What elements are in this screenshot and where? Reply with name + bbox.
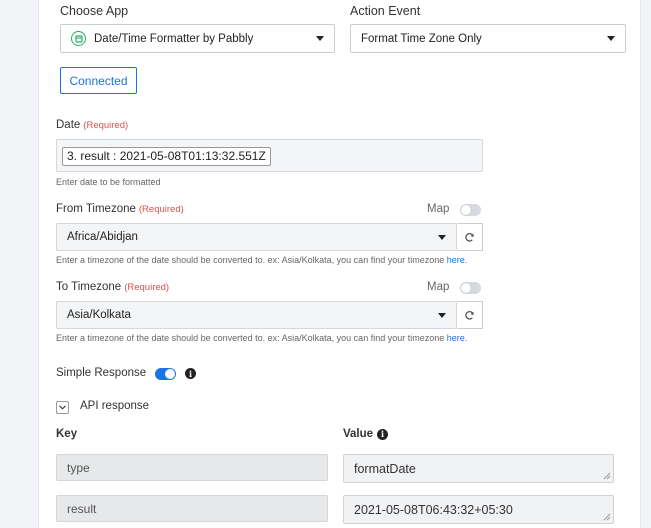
date-token[interactable]: 3. result : 2021-05-08T01:13:32.551Z — [62, 147, 271, 166]
api-value-field[interactable]: formatDate — [343, 454, 614, 483]
toggle-knob — [461, 205, 471, 215]
from-map-toggle[interactable] — [460, 204, 481, 216]
api-response-collapse-toggle[interactable] — [56, 401, 69, 414]
action-event-label: Action Event — [350, 4, 421, 18]
choose-app-value: Date/Time Formatter by Pabbly — [94, 32, 254, 45]
simple-response-label: Simple Response — [56, 367, 147, 379]
api-value-text: formatDate — [354, 461, 416, 476]
action-event-value: Format Time Zone Only — [361, 32, 482, 45]
chevron-down-icon — [438, 313, 446, 318]
from-timezone-value: Africa/Abidjan — [67, 231, 138, 243]
to-timezone-required: (Required) — [124, 282, 170, 293]
api-value-text: 2021-05-08T06:43:32+05:30 — [354, 502, 513, 517]
api-value-field[interactable]: 2021-05-08T06:43:32+05:30 — [343, 495, 614, 524]
to-timezone-select[interactable]: Asia/Kolkata — [56, 301, 457, 329]
info-icon: i — [377, 428, 389, 440]
to-map-label: Map — [427, 281, 450, 293]
from-refresh-button[interactable] — [457, 223, 483, 251]
simple-response-toggle[interactable] — [155, 368, 176, 380]
chevron-down-icon — [438, 235, 446, 240]
from-timezone-select[interactable]: Africa/Abidjan — [56, 223, 457, 251]
date-label: Date (Required) — [56, 119, 129, 131]
from-timezone-required: (Required) — [138, 204, 184, 215]
key-header: Key — [56, 428, 78, 440]
action-event-select[interactable]: Format Time Zone Only — [350, 24, 626, 53]
from-timezone-link[interactable]: here. — [447, 255, 468, 265]
date-input[interactable]: 3. result : 2021-05-08T01:13:32.551Z — [56, 139, 483, 172]
form-panel: Choose App Date/Time Formatter by Pabbly… — [38, 0, 641, 528]
connected-button[interactable]: Connected — [60, 67, 137, 94]
value-header: Value i — [343, 428, 389, 440]
choose-app-select[interactable]: Date/Time Formatter by Pabbly — [60, 24, 335, 53]
chevron-down-icon — [316, 36, 324, 41]
choose-app-label: Choose App — [60, 4, 129, 18]
from-timezone-help: Enter a timezone of the date should be c… — [56, 255, 468, 265]
resize-handle-icon[interactable] — [603, 472, 611, 480]
api-key-field: type — [56, 454, 328, 481]
refresh-icon — [465, 310, 474, 320]
chevron-down-icon — [607, 36, 615, 41]
toggle-knob — [461, 283, 471, 293]
from-timezone-label: From Timezone (Required) — [56, 203, 184, 215]
resize-handle-icon[interactable] — [603, 513, 611, 521]
from-map-label: Map — [427, 203, 450, 215]
to-timezone-link[interactable]: here. — [447, 333, 468, 343]
date-required: (Required) — [83, 120, 129, 131]
to-timezone-label: To Timezone (Required) — [56, 281, 170, 293]
toggle-knob — [165, 369, 175, 379]
pabbly-app-icon — [71, 31, 86, 46]
api-key-field: result — [56, 495, 328, 522]
to-timezone-help: Enter a timezone of the date should be c… — [56, 333, 468, 343]
info-icon: i — [185, 368, 196, 379]
to-timezone-value: Asia/Kolkata — [67, 309, 131, 321]
to-refresh-button[interactable] — [457, 301, 483, 329]
date-help: Enter date to be formatted — [56, 177, 161, 187]
to-map-toggle[interactable] — [460, 282, 481, 294]
refresh-icon — [465, 232, 474, 242]
api-response-label: API response — [80, 400, 150, 412]
chevron-down-icon — [59, 405, 66, 410]
